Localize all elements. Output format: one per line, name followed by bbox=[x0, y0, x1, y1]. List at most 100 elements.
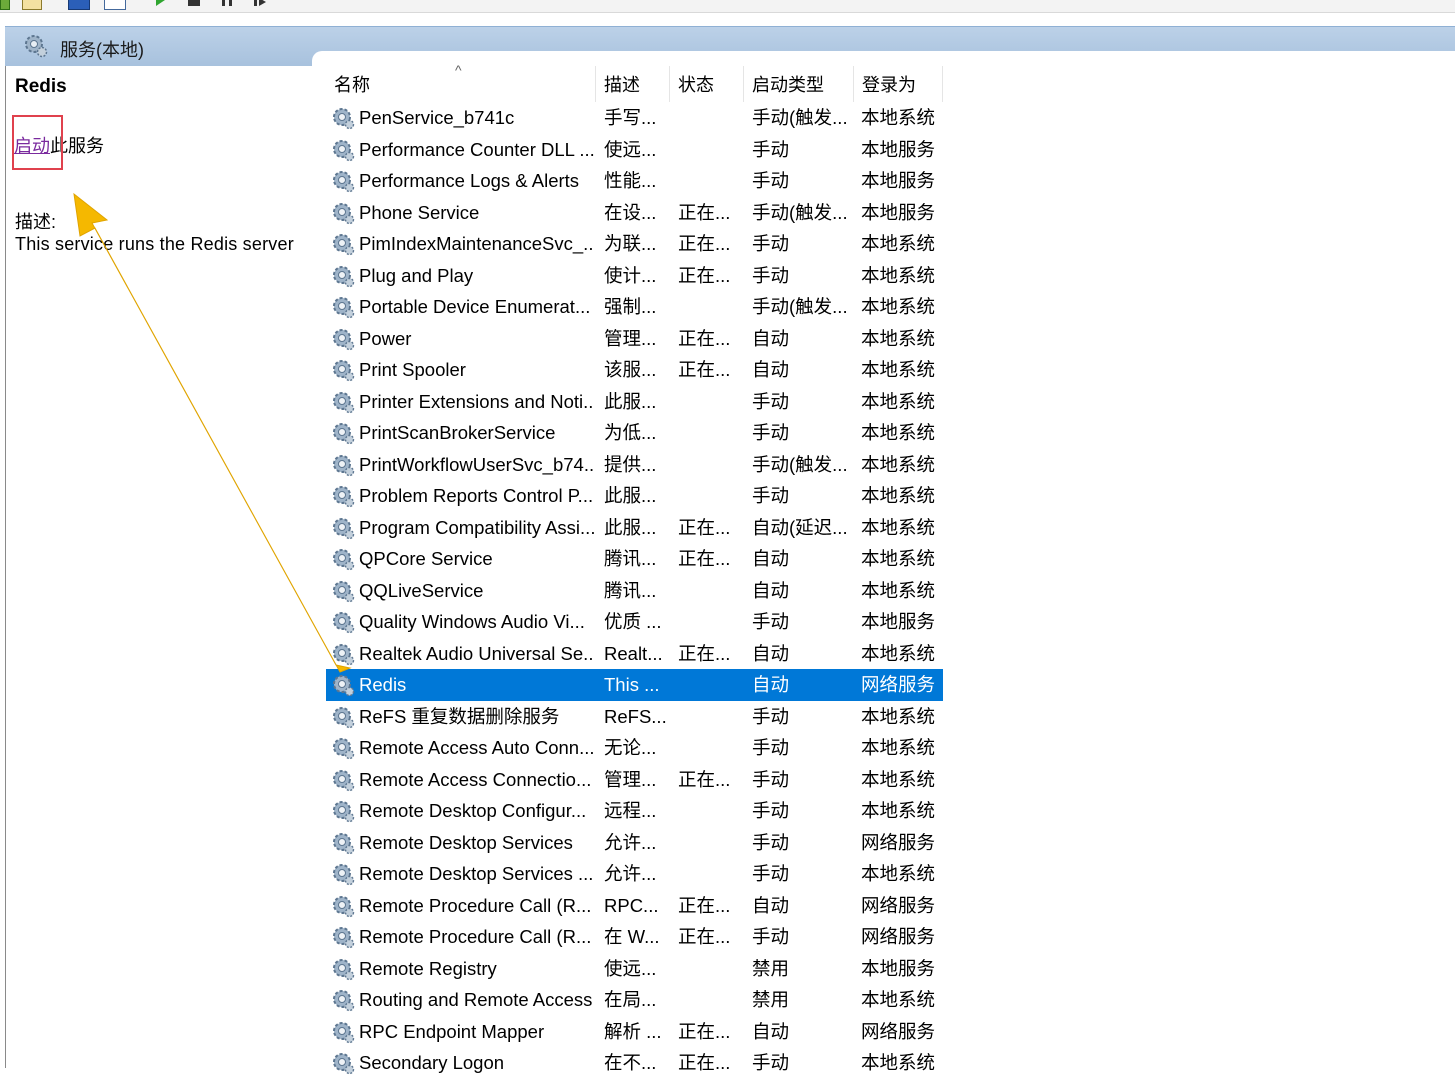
start-service-link[interactable]: 启动 bbox=[14, 136, 50, 156]
service-status-cell: 正在... bbox=[678, 264, 731, 286]
service-description-cell: 该服... bbox=[604, 359, 657, 380]
service-logon-cell: 本地系统 bbox=[861, 737, 936, 758]
view-icon[interactable] bbox=[104, 0, 126, 10]
service-gear-icon bbox=[330, 231, 356, 257]
service-row[interactable]: Performance Counter DLL ... 使远... 手动 本地服务 bbox=[326, 134, 943, 166]
service-row[interactable]: Portable Device Enumerat... 强制... 手动(触发...… bbox=[326, 291, 943, 323]
service-row[interactable]: Remote Procedure Call (R... RPC... 正在... 自动… bbox=[326, 890, 943, 922]
service-name-cell: Remote Procedure Call (R... bbox=[359, 926, 592, 947]
service-gear-icon bbox=[330, 987, 356, 1013]
properties-icon[interactable] bbox=[68, 0, 90, 10]
service-row[interactable]: PrintWorkflowUserSvc_b74... 提供... 手动(触发...… bbox=[326, 449, 943, 481]
service-row[interactable]: Printer Extensions and Noti... 此服... 手动 本地系… bbox=[326, 386, 943, 418]
service-row[interactable]: Remote Procedure Call (R... 在 W... 正在... 手动… bbox=[326, 921, 943, 953]
service-row[interactable]: Routing and Remote Access 在局... 禁用 本地系统 bbox=[326, 984, 943, 1016]
column-header-logon-as[interactable]: 登录为 bbox=[854, 66, 943, 102]
service-logon-cell: 本地系统 bbox=[861, 422, 936, 443]
service-row[interactable]: QQLiveService 腾讯... 自动 本地系统 bbox=[326, 575, 943, 607]
service-row[interactable]: Print Spooler 该服... 正在... 自动 本地系统 bbox=[326, 354, 943, 386]
service-gear-icon bbox=[330, 1050, 356, 1076]
service-description-cell: 腾讯... bbox=[604, 579, 657, 601]
list-tab-notch bbox=[312, 51, 1455, 67]
service-startup-type-cell: 手动 bbox=[752, 390, 790, 412]
service-description-cell: RPC... bbox=[604, 894, 659, 916]
service-row[interactable]: Remote Desktop Configur... 远程... 手动 本地系统 bbox=[326, 795, 943, 827]
service-description-cell: 允许... bbox=[604, 831, 657, 853]
service-row[interactable]: Secondary Logon 在不... 正在... 手动 本地系统 bbox=[326, 1047, 943, 1079]
service-startup-type-cell: 自动 bbox=[752, 642, 790, 664]
service-name-cell: PrintWorkflowUserSvc_b74... bbox=[359, 453, 595, 475]
service-logon-cell: 网络服务 bbox=[861, 674, 936, 695]
service-row[interactable]: QPCore Service 腾讯... 正在... 自动 本地系统 bbox=[326, 543, 943, 575]
services-list: PenService_b741c 手写... 手动(触发... 本地系统 Perform… bbox=[326, 102, 943, 1079]
service-status-cell: 正在... bbox=[678, 1020, 731, 1042]
service-status-cell: 正在... bbox=[678, 894, 731, 916]
service-row[interactable]: Remote Access Connectio... 管理... 正在... 手动 本地… bbox=[326, 764, 943, 796]
service-gear-icon bbox=[330, 137, 356, 163]
column-header-name[interactable]: 名称 ^ bbox=[326, 63, 596, 102]
column-header-startup-type[interactable]: 启动类型 bbox=[744, 66, 854, 102]
service-title: Redis bbox=[15, 76, 67, 97]
restart-service-icon[interactable] bbox=[254, 0, 268, 6]
service-startup-type-cell: 自动 bbox=[752, 1020, 790, 1042]
stop-service-icon[interactable] bbox=[188, 0, 200, 6]
service-logon-cell: 本地系统 bbox=[861, 800, 936, 821]
service-description-cell: 提供... bbox=[604, 453, 657, 475]
service-name-cell: Program Compatibility Assi... bbox=[359, 516, 595, 538]
forward-icon[interactable] bbox=[22, 0, 42, 10]
service-startup-type-cell: 自动 bbox=[752, 359, 790, 380]
back-icon[interactable] bbox=[0, 0, 10, 10]
service-row[interactable]: Redis This ... 自动 网络服务 bbox=[326, 669, 943, 701]
service-name-cell: Printer Extensions and Noti... bbox=[359, 390, 595, 412]
service-logon-cell: 网络服务 bbox=[861, 831, 936, 853]
service-logon-cell: 本地服务 bbox=[861, 201, 936, 223]
start-service-icon[interactable] bbox=[156, 0, 165, 6]
service-description-cell: 此服... bbox=[604, 485, 657, 506]
service-name-cell: Remote Access Connectio... bbox=[359, 768, 592, 790]
service-gear-icon bbox=[330, 893, 356, 919]
service-row[interactable]: Plug and Play 使计... 正在... 手动 本地系统 bbox=[326, 260, 943, 292]
service-startup-type-cell: 手动 bbox=[752, 611, 790, 632]
service-description-cell: 使远... bbox=[604, 138, 657, 160]
service-row[interactable]: Program Compatibility Assi... 此服... 正在... 自… bbox=[326, 512, 943, 544]
service-name-cell: Remote Procedure Call (R... bbox=[359, 894, 592, 916]
service-row[interactable]: RPC Endpoint Mapper 解析 ... 正在... 自动 网络服务 bbox=[326, 1016, 943, 1048]
service-row[interactable]: Remote Desktop Services ... 允许... 手动 本地系统 bbox=[326, 858, 943, 890]
service-row[interactable]: Power 管理... 正在... 自动 本地系统 bbox=[326, 323, 943, 355]
service-name-cell: Print Spooler bbox=[359, 359, 466, 380]
service-status-cell: 正在... bbox=[678, 327, 731, 349]
service-row[interactable]: Quality Windows Audio Vi... 优质 ... 手动 本地服务 bbox=[326, 606, 943, 638]
service-row[interactable]: Phone Service 在设... 正在... 手动(触发... 本地服务 bbox=[326, 197, 943, 229]
service-gear-icon bbox=[330, 1019, 356, 1045]
service-row[interactable]: PimIndexMaintenanceSvc_... 为联... 正在... 手动 本地… bbox=[326, 228, 943, 260]
service-logon-cell: 本地服务 bbox=[861, 611, 936, 632]
service-row[interactable]: Realtek Audio Universal Se... Realt... 正在.… bbox=[326, 638, 943, 670]
service-row[interactable]: PenService_b741c 手写... 手动(触发... 本地系统 bbox=[326, 102, 943, 134]
service-description-cell: 在不... bbox=[604, 1052, 657, 1073]
service-description-cell: 使计... bbox=[604, 264, 657, 286]
service-row[interactable]: Remote Desktop Services 允许... 手动 网络服务 bbox=[326, 827, 943, 859]
service-description-cell: 为联... bbox=[604, 233, 657, 254]
service-startup-type-cell: 手动 bbox=[752, 863, 790, 884]
service-startup-type-cell: 自动 bbox=[752, 548, 790, 569]
service-gear-icon bbox=[330, 672, 356, 698]
column-header-status[interactable]: 状态 bbox=[670, 66, 744, 102]
service-row[interactable]: ReFS 重复数据删除服务 ReFS... 手动 本地系统 bbox=[326, 701, 943, 733]
service-name-cell: RPC Endpoint Mapper bbox=[359, 1020, 545, 1042]
service-startup-type-cell: 手动 bbox=[752, 800, 790, 821]
service-startup-type-cell: 禁用 bbox=[752, 957, 790, 979]
pause-service-icon[interactable] bbox=[222, 0, 232, 6]
service-row[interactable]: Remote Access Auto Conn... 无论... 手动 本地系统 bbox=[326, 732, 943, 764]
service-startup-type-cell: 手动 bbox=[752, 737, 790, 758]
service-row[interactable]: Remote Registry 使远... 禁用 本地服务 bbox=[326, 953, 943, 985]
service-row[interactable]: PrintScanBrokerService 为低... 手动 本地系统 bbox=[326, 417, 943, 449]
service-row[interactable]: Performance Logs & Alerts 性能... 手动 本地服务 bbox=[326, 165, 943, 197]
service-name-cell: Routing and Remote Access bbox=[359, 989, 593, 1010]
start-service-suffix: 此服务 bbox=[50, 136, 104, 156]
service-row[interactable]: Problem Reports Control P... 此服... 手动 本地系统 bbox=[326, 480, 943, 512]
service-description-cell: Realt... bbox=[604, 642, 663, 664]
service-name-cell: Secondary Logon bbox=[359, 1052, 505, 1073]
service-logon-cell: 本地系统 bbox=[861, 516, 936, 538]
service-logon-cell: 本地系统 bbox=[861, 1052, 936, 1073]
column-header-description[interactable]: 描述 bbox=[596, 66, 670, 102]
